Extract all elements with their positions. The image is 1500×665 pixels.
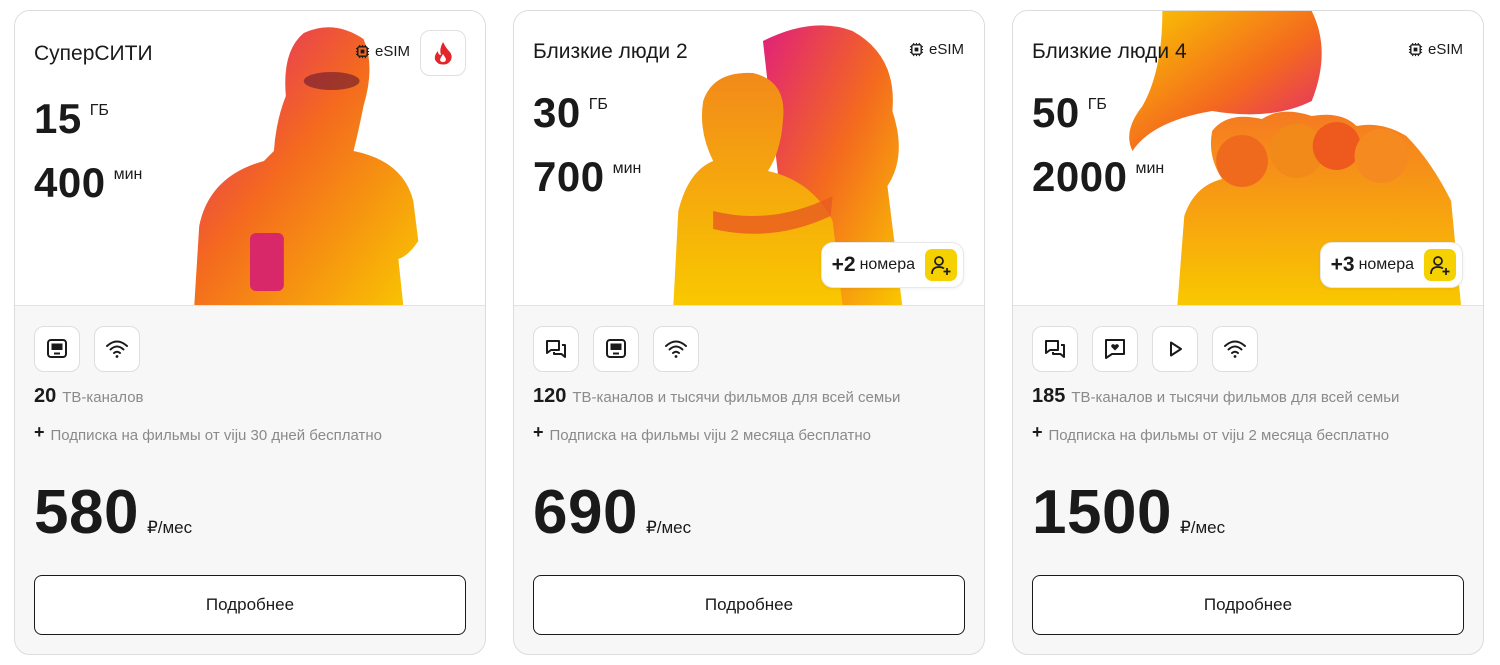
sim-chip-icon [1408, 42, 1423, 57]
feature-icons [34, 326, 140, 372]
subscription-line: + Подписка на фильмы viju 2 месяца беспла… [533, 422, 872, 444]
tariff-title: Близкие люди 4 [1032, 40, 1187, 63]
card-header: СуперСИТИ 15 ГБ 400 мин eSIM [15, 11, 485, 306]
price: 580 ₽/мес [34, 478, 193, 547]
tv-icon [47, 339, 67, 358]
extra-numbers-badge[interactable]: +3 номера [1319, 242, 1463, 288]
details-button[interactable]: Подробнее [1032, 575, 1464, 635]
play-feature[interactable] [1152, 326, 1198, 372]
data-allowance: 30 ГБ [533, 89, 608, 136]
esim-badge: eSIM [355, 43, 410, 60]
data-allowance: 15 ГБ [34, 95, 109, 142]
details-button[interactable]: Подробнее [34, 575, 466, 635]
minutes-allowance: 400 мин [34, 159, 143, 206]
extra-numbers-badge[interactable]: +2 номера [820, 242, 964, 288]
esim-badge: eSIM [1408, 41, 1463, 58]
play-icon [1170, 341, 1182, 357]
hot-offer-badge [420, 30, 466, 76]
wifi-feature[interactable] [1212, 326, 1258, 372]
tariff-card-close-people-4[interactable]: Близкие люди 4 50 ГБ 2000 мин eSIM +3 номе… [1012, 10, 1484, 655]
wifi-icon [665, 340, 687, 358]
sim-chip-icon [355, 44, 370, 59]
heart-message-feature[interactable] [1092, 326, 1138, 372]
tv-channels-line: 120 ТВ-каналов и тысячи фильмов для всей … [533, 385, 901, 407]
fire-icon [434, 42, 452, 65]
price: 1500 ₽/мес [1032, 478, 1226, 547]
heart-message-icon [1105, 339, 1125, 359]
wifi-feature[interactable] [653, 326, 699, 372]
wifi-icon [106, 340, 128, 358]
add-user-button[interactable] [1424, 249, 1456, 281]
add-user-icon [1430, 256, 1450, 275]
tariff-title: Близкие люди 2 [533, 40, 688, 63]
minutes-allowance: 700 мин [533, 153, 642, 200]
tariff-card-close-people-2[interactable]: Близкие люди 2 30 ГБ 700 мин eSIM +2 номер… [513, 10, 985, 655]
esim-badge: eSIM [909, 41, 964, 58]
feature-icons [533, 326, 699, 372]
wifi-feature[interactable] [94, 326, 140, 372]
wifi-icon [1224, 340, 1246, 358]
subscription-line: + Подписка на фильмы от viju 30 дней бесп… [34, 422, 382, 444]
tv-channels-line: 185 ТВ-каналов и тысячи фильмов для всей … [1032, 385, 1400, 407]
subscription-line: + Подписка на фильмы от viju 2 месяца бес… [1032, 422, 1390, 444]
tv-icon [606, 339, 626, 358]
tariff-card-supercity[interactable]: СуперСИТИ 15 ГБ 400 мин eSIM 20 ТВ-каналов … [14, 10, 486, 655]
tariff-title: СуперСИТИ [34, 42, 153, 65]
tv-feature[interactable] [593, 326, 639, 372]
details-button[interactable]: Подробнее [533, 575, 965, 635]
sim-chip-icon [909, 42, 924, 57]
price: 690 ₽/мес [533, 478, 692, 547]
chat-icon [1045, 340, 1065, 358]
chat-icon [546, 340, 566, 358]
chat-feature[interactable] [533, 326, 579, 372]
data-allowance: 50 ГБ [1032, 89, 1107, 136]
card-header: Близкие люди 4 50 ГБ 2000 мин eSIM +3 номе… [1013, 11, 1483, 306]
tv-feature[interactable] [34, 326, 80, 372]
chat-feature[interactable] [1032, 326, 1078, 372]
add-user-icon [931, 256, 951, 275]
minutes-allowance: 2000 мин [1032, 153, 1165, 200]
feature-icons [1032, 326, 1258, 372]
tv-channels-line: 20 ТВ-каналов [34, 385, 144, 407]
add-user-button[interactable] [925, 249, 957, 281]
card-header: Близкие люди 2 30 ГБ 700 мин eSIM +2 номер… [514, 11, 984, 306]
